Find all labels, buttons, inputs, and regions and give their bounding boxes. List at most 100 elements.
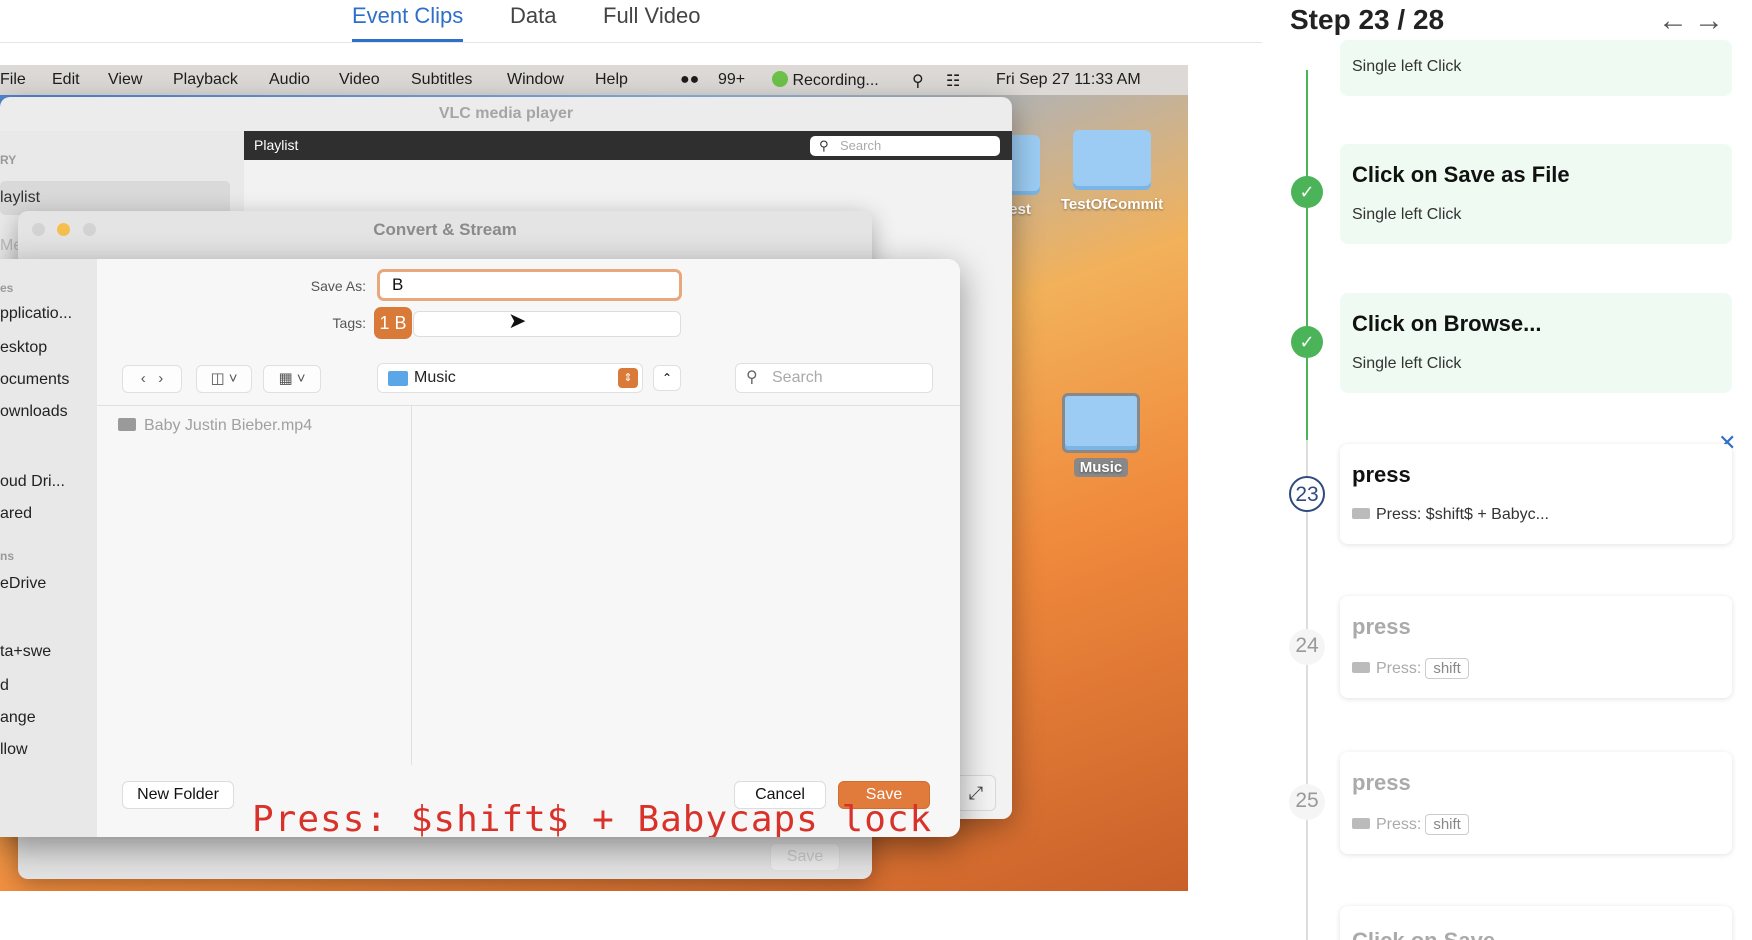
desktop-folder-label: est [1009, 201, 1031, 218]
desktop-folder-label: Music [1073, 458, 1129, 477]
menu-video[interactable]: Video [339, 71, 380, 89]
tab-event-clips[interactable]: Event Clips [352, 2, 464, 42]
step-subtitle-text: Press: $shift$ + Babyc... [1376, 506, 1549, 523]
prev-step-arrow-icon[interactable]: ← [1658, 4, 1688, 38]
folder-icon [388, 371, 408, 386]
vlc-sidebar-header: RY [0, 153, 17, 167]
desktop-folder-label: TestOfCommit [1060, 196, 1164, 213]
sidebar-location-item[interactable]: d [0, 677, 9, 695]
sidebar-location-item[interactable]: eDrive [0, 575, 46, 593]
step-card-current[interactable]: press Press: $shift$ + Babyc... [1340, 444, 1732, 544]
step-card[interactable]: press Press: shift [1340, 752, 1732, 854]
step-number: 24 [1289, 629, 1325, 665]
new-folder-button[interactable]: New Folder [122, 781, 234, 809]
sidebar-location-item[interactable]: ared [0, 505, 32, 523]
sidebar-location-item[interactable]: pplicatio... [0, 305, 72, 323]
tab-data[interactable]: Data [510, 2, 556, 42]
menu-edit[interactable]: Edit [52, 71, 80, 89]
search-icon: ⚲ [746, 369, 758, 386]
location-dropdown[interactable]: Music ⇕ [377, 363, 643, 393]
check-icon: ✓ [1291, 176, 1323, 208]
step-subtitle-text: Press: [1376, 816, 1422, 833]
next-step-arrow-icon[interactable]: → [1694, 4, 1724, 38]
step-card[interactable]: Click on Browse... Single left Click [1340, 293, 1732, 393]
step-title: Click on Save [1352, 928, 1495, 940]
convert-save-button[interactable]: Save [770, 843, 840, 871]
sidebar-section-header: ns [0, 549, 15, 563]
save-panel: es pplicatio... esktop ocuments ownloads oud … [0, 259, 960, 837]
step-title: press [1352, 614, 1411, 639]
tags-input[interactable] [413, 311, 681, 337]
desktop-folder-testofcommit[interactable]: TestOfCommit [1052, 130, 1172, 213]
search-icon[interactable]: ⚲ [912, 71, 924, 91]
collapse-chevron-icon[interactable]: ⌃ [653, 365, 681, 391]
step-title: Click on Browse... [1352, 311, 1542, 336]
step-counter: Step 23 / 28 [1290, 4, 1445, 35]
tab-full-video[interactable]: Full Video [603, 2, 700, 42]
menu-audio[interactable]: Audio [269, 71, 310, 89]
key-badge: shift [1425, 658, 1469, 679]
playlist-search-placeholder: Search [840, 138, 882, 153]
desktop-folder-music[interactable]: Music [1056, 393, 1146, 477]
step-number: 25 [1289, 784, 1325, 820]
file-item[interactable]: Baby Justin Bieber.mp4 [118, 417, 312, 435]
menu-view[interactable]: View [108, 71, 142, 89]
tag-suggestion-chip[interactable]: 1 B [374, 307, 412, 339]
view-columns-button[interactable]: ◫ ˅ [196, 365, 252, 393]
steps-panel: Step 23 / 28 ← → Single left Click ✓ Cli… [1262, 0, 1752, 940]
control-center-icon[interactable]: ☷ [946, 71, 960, 91]
recording-dot-icon [772, 71, 788, 87]
keystroke-overlay: Press: $shift$ + Babycaps_lock [252, 799, 933, 837]
folder-icon [1062, 393, 1140, 453]
save-as-input[interactable]: B [377, 269, 682, 301]
save-panel-search-input[interactable]: ⚲ Search [735, 363, 933, 393]
sidebar-location-item[interactable]: ange [0, 709, 36, 727]
expand-icon[interactable]: ⤢ [956, 775, 996, 811]
mac-menubar: File Edit View Playback Audio Video Subt… [0, 65, 1188, 95]
mouse-cursor-icon: ➤ [508, 308, 527, 333]
step-card[interactable]: Single left Click [1340, 40, 1732, 96]
menu-subtitles[interactable]: Subtitles [411, 71, 472, 89]
search-icon: ⚲ [819, 138, 829, 153]
keyboard-icon [1352, 818, 1370, 829]
sidebar-location-item[interactable]: llow [0, 741, 28, 759]
sidebar-location-item[interactable]: ta+swe [0, 643, 51, 661]
sidebar-location-item[interactable]: ownloads [0, 403, 68, 421]
step-card[interactable]: Click on Save as File Single left Click [1340, 144, 1732, 244]
keyboard-icon [1352, 662, 1370, 673]
vlc-window-title: VLC media player [438, 105, 574, 122]
video-frame[interactable]: File Edit View Playback Audio Video Subt… [0, 65, 1188, 891]
step-subtitle: Press: shift [1352, 658, 1469, 679]
step-subtitle: Press: shift [1352, 814, 1469, 835]
app-root: Event Clips Data Full Video File Edit Vi… [0, 0, 1752, 940]
step-subtitle: Press: $shift$ + Babyc... [1352, 506, 1549, 524]
menu-playback[interactable]: Playback [173, 71, 238, 89]
step-title: Click on Save as File [1352, 162, 1570, 187]
keyboard-icon [1352, 508, 1370, 519]
playlist-search-input[interactable]: ⚲ Search [810, 136, 1000, 156]
menu-window[interactable]: Window [507, 71, 564, 89]
step-number-current: 23 [1289, 476, 1325, 512]
step-title: press [1352, 770, 1411, 795]
sidebar-location-item[interactable]: oud Dri... [0, 473, 65, 491]
sidebar-section-header: es [0, 281, 14, 295]
notification-count: 99+ [718, 71, 746, 88]
step-card[interactable]: press Press: shift [1340, 596, 1732, 698]
menu-file[interactable]: File [0, 71, 26, 89]
menu-help[interactable]: Help [595, 71, 628, 89]
sidebar-location-item[interactable]: esktop [0, 339, 47, 357]
save-as-label: Save As: [310, 278, 366, 294]
folder-icon [1073, 130, 1151, 190]
step-card[interactable]: Click on Save [1340, 906, 1732, 940]
back-forward-buttons[interactable]: ‹ › [122, 365, 182, 393]
recording-indicator[interactable]: Recording... [772, 71, 879, 90]
convert-dialog-title: Convert & Stream [373, 220, 517, 239]
view-group-button[interactable]: ▦ ˅ [263, 365, 321, 393]
column-divider [411, 405, 412, 765]
menubar-datetime[interactable]: Fri Sep 27 11:33 AM [996, 71, 1141, 89]
playlist-title: Playlist [254, 137, 299, 153]
wechat-icon[interactable]: ●● [680, 71, 699, 89]
clip-tabs: Event Clips Data Full Video [0, 0, 1262, 43]
vlc-sidebar-item-playlist[interactable]: laylist [0, 181, 230, 215]
sidebar-location-item[interactable]: ocuments [0, 371, 69, 389]
